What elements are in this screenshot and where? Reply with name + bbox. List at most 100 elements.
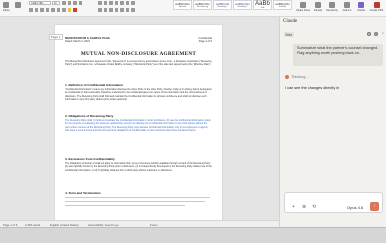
header-right-line-2: Page 1 of 5 — [198, 40, 212, 43]
style-name: Title — [260, 7, 265, 10]
status-bar: Page 1 of 5 2,345 words English (United … — [0, 220, 279, 227]
style-sample: AaBb — [255, 0, 270, 7]
show-marks-icon[interactable] — [131, 1, 135, 5]
taskbar — [0, 227, 386, 243]
styles-pane-label: Styles Pane — [296, 9, 310, 12]
style-no-spacing[interactable]: AaBbCcDc No Spacing — [193, 0, 212, 10]
style-title[interactable]: AaBb Title — [253, 0, 272, 10]
shrink-font-icon[interactable] — [67, 1, 71, 5]
history-composer-icon[interactable]: ⟲ — [312, 204, 316, 210]
styles-pane-icon — [300, 2, 306, 8]
change-case-icon[interactable] — [73, 1, 77, 5]
italic-icon[interactable] — [34, 8, 38, 12]
bullets-icon[interactable] — [98, 1, 102, 5]
history-icon[interactable]: ⟲ — [367, 32, 371, 36]
superscript-icon[interactable] — [56, 8, 60, 12]
style-sample: AaBbCcDc — [195, 1, 210, 6]
thinking-label: Thinking... — [291, 75, 309, 79]
bold-icon[interactable] — [29, 8, 33, 12]
decrease-indent-icon[interactable] — [114, 1, 118, 5]
user-message: Summarize what the partner's counsel cha… — [293, 44, 383, 66]
paste-label: Paste — [3, 9, 10, 12]
section-title: 3. Exclusions from Confidentiality — [65, 157, 115, 161]
font-name-select[interactable]: Calibri (Bo... — [29, 1, 51, 5]
claude-logo-icon — [285, 75, 289, 79]
clear-format-icon[interactable] — [78, 1, 82, 5]
sensitivity-icon — [329, 2, 335, 8]
style-heading-1[interactable]: AaBbCcD Heading 1 — [213, 0, 232, 10]
add-icon[interactable]: + — [292, 204, 295, 210]
copilot-icon — [358, 2, 364, 8]
close-icon[interactable]: × — [381, 32, 385, 36]
add-ins-label: Add-ins — [342, 9, 352, 12]
document-page[interactable]: MEMORANDUM & SAMPLE PAGE Dated: March 3,… — [55, 25, 222, 220]
borders-icon[interactable] — [131, 8, 135, 12]
sort-icon[interactable] — [125, 1, 129, 5]
paste-button[interactable]: Paste — [3, 1, 10, 16]
strikethrough-icon[interactable] — [45, 8, 49, 12]
section-body: "Confidential Information" means any inf… — [65, 88, 212, 102]
dictate-label: Dictate — [313, 9, 323, 12]
font-size-select[interactable]: 11 — [52, 1, 60, 5]
document-intro: This Mutual Non-Disclosure Agreement (th… — [65, 60, 212, 67]
model-selector[interactable]: Opus 4.6 — [347, 205, 363, 210]
multilevel-icon[interactable] — [109, 1, 113, 5]
sensitivity-button[interactable]: Sensitivity — [325, 1, 339, 16]
font-tools-row-1 — [62, 1, 82, 5]
grow-font-icon[interactable] — [62, 1, 66, 5]
increase-indent-icon[interactable] — [120, 1, 124, 5]
sensitivity-label: Sensitivity — [326, 9, 338, 12]
pdf-icon — [373, 2, 380, 8]
style-sample: AaBbCcDc — [235, 1, 250, 6]
section-title: 4. Term and Termination — [65, 191, 101, 195]
font-color-icon[interactable] — [73, 8, 77, 12]
font-tools-row-2 — [29, 8, 77, 12]
align-center-icon[interactable] — [103, 8, 107, 12]
add-ins-button[interactable]: Add-ins — [341, 1, 353, 16]
send-button[interactable]: ↑ — [370, 202, 379, 211]
text-line — [65, 201, 205, 203]
text-line — [65, 205, 185, 207]
line-spacing-icon[interactable] — [120, 8, 124, 12]
justify-icon[interactable] — [114, 8, 118, 12]
underline-icon[interactable] — [40, 8, 44, 12]
clipboard-button[interactable] — [15, 1, 21, 16]
header-left: MEMORANDUM & SAMPLE PAGE Dated: March 3,… — [65, 37, 110, 44]
dictate-button[interactable]: Dictate — [312, 1, 324, 16]
highlight-icon[interactable] — [67, 8, 71, 12]
beta-badge: Beta — [284, 32, 294, 37]
style-heading-2[interactable]: AaBbCcDc Heading 2 — [233, 0, 252, 10]
document-canvas[interactable]: MEMORANDUM & SAMPLE PAGE Dated: March 3,… — [0, 17, 279, 220]
create-pdf-button[interactable]: Create PDF — [369, 1, 384, 16]
claude-panel: Claude Beta ⟲ ⚙ × Summarize what the par… — [279, 17, 386, 227]
add-ins-icon — [344, 2, 350, 8]
subscript-icon[interactable] — [51, 8, 55, 12]
attach-icon[interactable]: ⊕ — [302, 204, 306, 210]
create-pdf-label: Create PDF — [369, 9, 384, 12]
style-sample: AaBbCcD — [215, 1, 230, 6]
shading-icon[interactable] — [125, 8, 129, 12]
style-name: Heading 2 — [237, 6, 248, 9]
word-window: Paste Calibri (Bo... 11 AaBbCcDc Normal … — [0, 0, 386, 243]
assistant-reply: I can see the changes directly in — [285, 86, 340, 90]
copilot-button[interactable]: Copilot — [355, 1, 367, 16]
text-effects-icon[interactable] — [62, 8, 66, 12]
section-title: 2. Obligations of Receiving Party — [65, 114, 114, 118]
clipboard-icon — [15, 2, 21, 8]
paragraph-tools-row-1 — [98, 1, 135, 5]
align-left-icon[interactable] — [98, 8, 102, 12]
page-tag: Page 1 — [49, 34, 63, 40]
numbering-icon[interactable] — [103, 1, 107, 5]
panel-title: Claude — [283, 19, 298, 24]
settings-icon[interactable]: ⚙ — [374, 32, 378, 36]
style-subtitle[interactable]: AaBbCcDc Subtitle — [273, 0, 292, 10]
styles-pane-button[interactable]: Styles Pane — [296, 1, 310, 16]
style-name: Heading 1 — [217, 6, 228, 9]
paragraph-tools-row-2 — [98, 8, 135, 12]
section-body-tracked-change: The Receiving Party shall: (i) hold and … — [65, 119, 211, 133]
style-normal[interactable]: AaBbCcDc Normal — [173, 0, 192, 10]
message-composer[interactable]: + ⊕ ⟲ Opus 4.6 ↑ — [284, 192, 383, 213]
align-right-icon[interactable] — [109, 8, 113, 12]
copilot-label: Copilot — [356, 9, 366, 12]
section-title: 1. Definition of Confidential Informatio… — [65, 83, 124, 87]
